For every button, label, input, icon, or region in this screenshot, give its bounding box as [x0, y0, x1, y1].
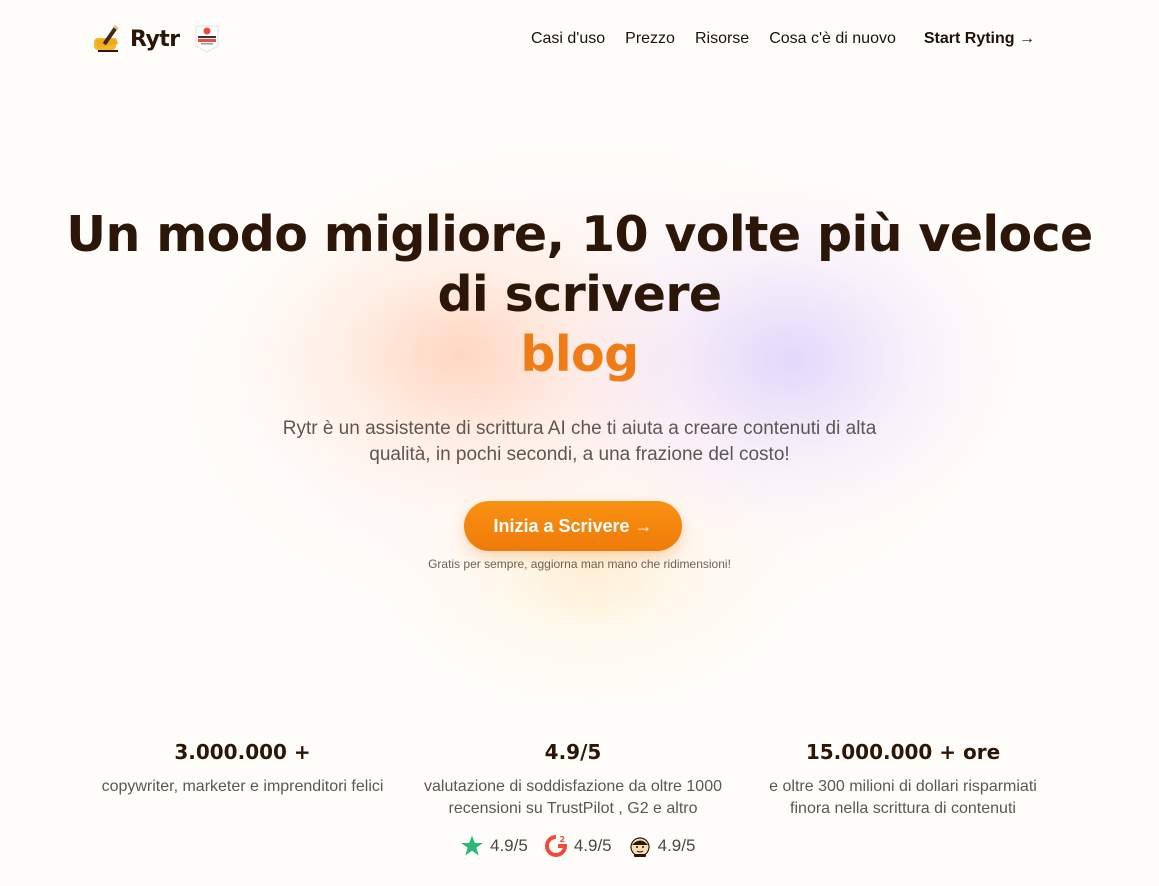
rating-value: 4.9/5	[657, 836, 696, 855]
hero-section: Un modo migliore, 10 volte più veloce di…	[0, 205, 1159, 385]
start-ryting-link[interactable]: Start Ryting →	[924, 30, 1035, 48]
review-ratings: 4.9/5 2 4.9/5 4.9/5	[460, 834, 695, 858]
hero-subtitle-text: Rytr è un assistente di scrittura AI che…	[282, 418, 877, 465]
rating-value: 4.9/5	[573, 836, 612, 855]
hero-title: Un modo migliore, 10 volte più veloce di…	[0, 205, 1159, 385]
hero-rotating-word: blog	[520, 326, 639, 383]
stat-value: 3.000.000 +	[174, 740, 311, 764]
g2-rating[interactable]: 2 4.9/5	[544, 834, 612, 858]
stat-description: copywriter, marketer e imprenditori feli…	[101, 778, 384, 795]
stat-rating: 4.9/5 valutazione di soddisfazione da ol…	[418, 740, 728, 820]
brand-logo[interactable]: Rytr	[90, 22, 220, 56]
stat-hours-saved: 15.000.000 + ore e oltre 300 milioni di …	[748, 740, 1058, 820]
brand-name: Rytr	[130, 26, 180, 52]
stat-description: valutazione di soddisfazione da oltre 10…	[424, 778, 722, 817]
hero-title-line-2: di scrivere	[437, 266, 722, 323]
mascot-icon	[630, 837, 650, 857]
g2-leader-badge-icon	[195, 25, 219, 53]
nav-whats-new[interactable]: Cosa c'è di nuovo	[769, 30, 896, 48]
writing-hand-icon	[94, 25, 119, 52]
nav-use-cases[interactable]: Casi d'uso	[531, 30, 605, 48]
stat-description: e oltre 300 milioni di dollari risparmia…	[769, 778, 1037, 817]
hero-subtitle: Rytr è un assistente di scrittura AI che…	[0, 416, 1159, 468]
start-writing-button[interactable]: Inizia a Scrivere →	[464, 501, 682, 551]
free-forever-note: Gratis per sempre, aggiorna man mano che…	[428, 557, 731, 571]
stat-value: 15.000.000 + ore	[805, 740, 1001, 764]
rating-value: 4.9/5	[490, 836, 528, 855]
stat-users: 3.000.000 + copywriter, marketer e impre…	[90, 740, 395, 798]
mascot-rating[interactable]: 4.9/5	[628, 834, 696, 858]
main-nav: Casi d'uso Prezzo Risorse Cosa c'è di nu…	[531, 30, 1035, 48]
trustpilot-star-icon	[461, 835, 483, 856]
hero-title-line-1: Un modo migliore, 10 volte più veloce	[66, 206, 1093, 263]
stat-value: 4.9/5	[544, 740, 602, 764]
g2-logo-icon: 2	[544, 835, 567, 857]
nav-resources[interactable]: Risorse	[695, 30, 749, 48]
svg-text:2: 2	[559, 835, 565, 844]
site-header: Rytr Casi d'uso Prezzo Risorse Cosa c'è …	[0, 0, 1159, 80]
nav-pricing[interactable]: Prezzo	[625, 30, 675, 48]
trustpilot-rating[interactable]: 4.9/5	[460, 834, 528, 858]
